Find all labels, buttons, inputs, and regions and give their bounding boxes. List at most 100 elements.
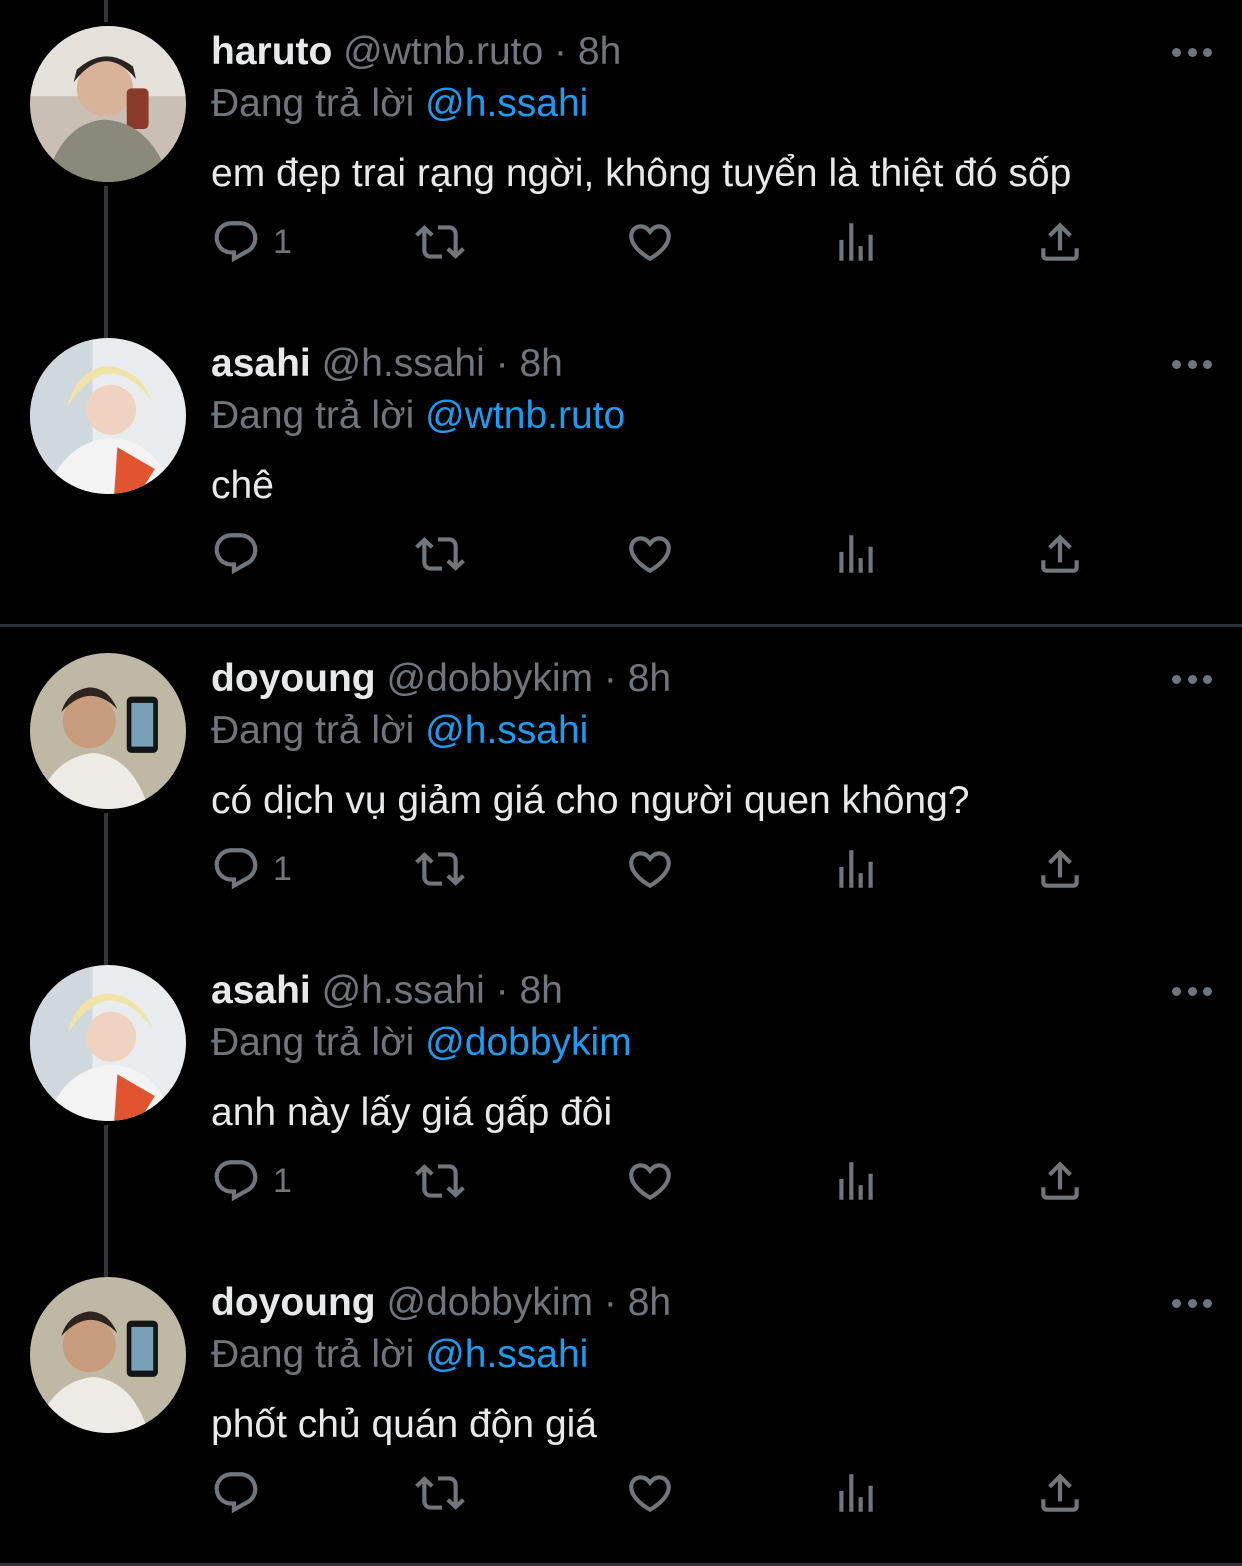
doyoung-avatar[interactable] — [30, 653, 186, 809]
thread-connector — [104, 1251, 108, 1273]
more-icon[interactable] — [1172, 1293, 1212, 1313]
retweet-button[interactable] — [415, 524, 465, 584]
doyoung-avatar[interactable] — [30, 1277, 186, 1433]
share-button[interactable] — [1035, 212, 1085, 272]
more-icon[interactable] — [1172, 42, 1212, 62]
user-handle[interactable]: @h.ssahi — [322, 342, 485, 385]
tweet-actions: 1 — [211, 839, 1242, 899]
replying-to: Đang trả lời @dobbykim — [211, 1017, 1202, 1069]
timestamp[interactable]: 8h — [519, 342, 562, 385]
reply-count: 1 — [273, 222, 292, 261]
like-button[interactable] — [625, 524, 675, 584]
tweet[interactable]: haruto @wtnb.ruto · 8h Đang trả lời @h.s… — [0, 0, 1242, 338]
like-button[interactable] — [625, 1151, 675, 1211]
mention-link[interactable]: @h.ssahi — [425, 1333, 588, 1376]
views-icon — [839, 535, 873, 573]
reply-icon — [214, 1160, 258, 1202]
timestamp[interactable]: 8h — [628, 657, 671, 700]
tweet[interactable]: doyoung @dobbykim · 8h Đang trả lời @h.s… — [0, 1251, 1242, 1563]
reply-icon — [214, 848, 258, 890]
retweet-icon — [415, 537, 465, 571]
separator-dot: · — [495, 342, 509, 385]
display-name[interactable]: asahi — [211, 969, 311, 1012]
views-button[interactable] — [831, 1463, 881, 1523]
replying-to: Đang trả lời @h.ssahi — [211, 1329, 1202, 1381]
retweet-button[interactable] — [415, 1463, 465, 1523]
retweet-button[interactable] — [415, 839, 465, 899]
share-button[interactable] — [1035, 1151, 1085, 1211]
mention-link[interactable]: @h.ssahi — [425, 709, 588, 752]
reply-button[interactable]: 1 — [211, 839, 292, 899]
asahi-avatar[interactable] — [30, 338, 186, 494]
replying-to-label: Đang trả lời — [211, 709, 415, 752]
share-button[interactable] — [1035, 1463, 1085, 1523]
reply-button[interactable] — [211, 524, 273, 584]
retweet-icon — [415, 1164, 465, 1198]
reply-button[interactable]: 1 — [211, 212, 292, 272]
like-icon — [629, 1163, 671, 1201]
thread-connector — [104, 0, 108, 22]
timestamp[interactable]: 8h — [578, 30, 621, 73]
tweet-text: anh này lấy giá gấp đôi — [211, 1091, 613, 1134]
like-button[interactable] — [625, 1463, 675, 1523]
retweet-button[interactable] — [415, 1151, 465, 1211]
share-icon — [1041, 1473, 1079, 1512]
user-handle[interactable]: @dobbykim — [386, 657, 593, 700]
timestamp[interactable]: 8h — [519, 969, 562, 1012]
haruto-avatar[interactable] — [30, 26, 186, 182]
separator-dot: · — [603, 657, 617, 700]
tweet[interactable]: asahi @h.ssahi · 8h Đang trả lời @dobbyk… — [0, 939, 1242, 1277]
asahi-avatar[interactable] — [30, 965, 186, 1121]
display-name[interactable]: doyoung — [211, 1281, 376, 1324]
user-handle[interactable]: @h.ssahi — [322, 969, 485, 1012]
mention-link[interactable]: @wtnb.ruto — [425, 394, 625, 437]
tweet-actions — [211, 524, 1242, 584]
tweet-header: haruto @wtnb.ruto · 8h — [211, 26, 1202, 78]
tweet-header: doyoung @dobbykim · 8h — [211, 653, 1202, 705]
tweet-actions — [211, 1463, 1242, 1523]
like-button[interactable] — [625, 212, 675, 272]
more-icon[interactable] — [1172, 669, 1212, 689]
replying-to: Đang trả lời @h.ssahi — [211, 705, 1202, 757]
display-name[interactable]: haruto — [211, 30, 332, 73]
user-handle[interactable]: @dobbykim — [386, 1281, 593, 1324]
views-icon — [839, 223, 873, 261]
reply-button[interactable]: 1 — [211, 1151, 292, 1211]
share-icon — [1041, 222, 1079, 261]
like-icon — [629, 851, 671, 889]
thread: haruto @wtnb.ruto · 8h Đang trả lời @h.s… — [0, 0, 1242, 624]
views-icon — [839, 1474, 873, 1512]
separator-dot: · — [495, 969, 509, 1012]
views-button[interactable] — [831, 839, 881, 899]
mention-link[interactable]: @dobbykim — [425, 1021, 632, 1064]
user-handle[interactable]: @wtnb.ruto — [343, 30, 543, 73]
share-button[interactable] — [1035, 524, 1085, 584]
share-icon — [1041, 849, 1079, 888]
reply-count: 1 — [273, 849, 292, 888]
display-name[interactable]: asahi — [211, 342, 311, 385]
replying-to-label: Đang trả lời — [211, 1021, 415, 1064]
replying-to-label: Đang trả lời — [211, 82, 415, 125]
thread-connector — [104, 939, 108, 961]
views-button[interactable] — [831, 524, 881, 584]
display-name[interactable]: doyoung — [211, 657, 376, 700]
tweet[interactable]: doyoung @dobbykim · 8h Đang trả lời @h.s… — [0, 627, 1242, 965]
tweet[interactable]: asahi @h.ssahi · 8h Đang trả lời @wtnb.r… — [0, 312, 1242, 624]
more-icon[interactable] — [1172, 354, 1212, 374]
reply-button[interactable] — [211, 1463, 273, 1523]
thread: doyoung @dobbykim · 8h Đang trả lời @h.s… — [0, 627, 1242, 1563]
tweet-text: em đẹp trai rạng ngời, không tuyển là th… — [211, 152, 1072, 195]
views-button[interactable] — [831, 212, 881, 272]
like-button[interactable] — [625, 839, 675, 899]
like-icon — [629, 536, 671, 574]
views-button[interactable] — [831, 1151, 881, 1211]
tweet-header: doyoung @dobbykim · 8h — [211, 1277, 1202, 1329]
replying-to: Đang trả lời @h.ssahi — [211, 78, 1202, 130]
mention-link[interactable]: @h.ssahi — [425, 82, 588, 125]
share-button[interactable] — [1035, 839, 1085, 899]
retweet-icon — [415, 225, 465, 259]
retweet-button[interactable] — [415, 212, 465, 272]
tweet-actions: 1 — [211, 212, 1242, 272]
timestamp[interactable]: 8h — [628, 1281, 671, 1324]
more-icon[interactable] — [1172, 981, 1212, 1001]
